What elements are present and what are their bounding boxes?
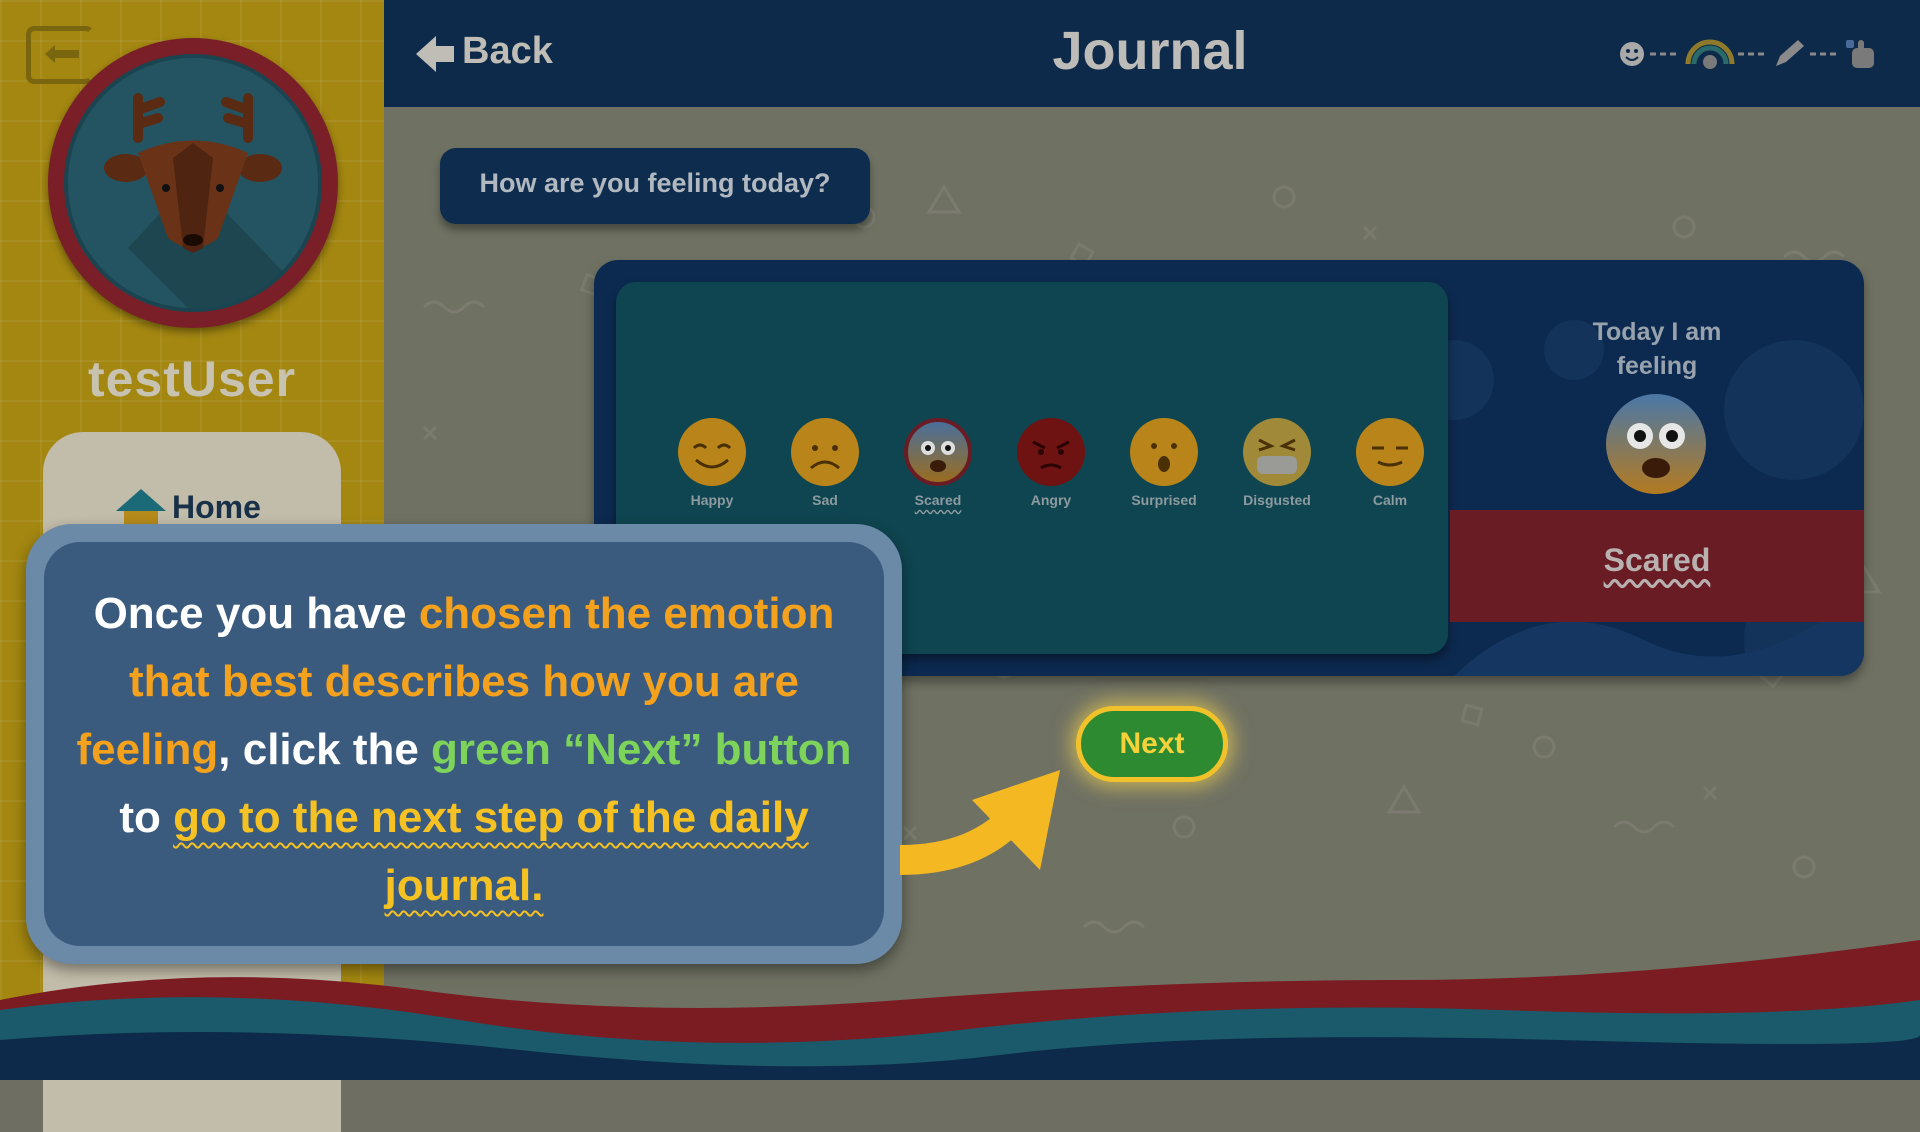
tutorial-text-part: to xyxy=(119,793,174,842)
emotion-label: Scared xyxy=(914,492,962,508)
smiley-step-icon xyxy=(1620,42,1644,66)
page-title: Journal xyxy=(1052,21,1248,81)
selected-feeling-band: Scared xyxy=(1450,510,1864,622)
tutorial-text-part: , click the xyxy=(218,725,432,774)
emotion-label: Calm xyxy=(1372,492,1408,508)
rainbow-step-icon xyxy=(1685,39,1735,69)
tutorial-text-highlight: green “Next” button xyxy=(431,725,852,774)
emotion-label: Angry xyxy=(1030,492,1072,508)
question-text: How are you feeling today? xyxy=(479,168,831,198)
emotion-angry[interactable]: Angry xyxy=(1001,418,1101,508)
disgusted-face-icon xyxy=(1243,418,1311,486)
scared-face-icon xyxy=(1606,394,1706,494)
happy-face-icon xyxy=(678,418,746,486)
angry-face-icon xyxy=(1017,418,1085,486)
emotion-surprised[interactable]: Surprised xyxy=(1114,418,1214,508)
emotion-sad[interactable]: Sad xyxy=(775,418,875,508)
emotion-happy[interactable]: Happy xyxy=(662,418,762,508)
arrow-left-icon xyxy=(416,36,454,72)
logout-button[interactable] xyxy=(26,26,94,84)
tutorial-tooltip-body: Once you have chosen the emotion that be… xyxy=(44,542,884,946)
calm-face-icon xyxy=(1356,418,1424,486)
scared-face-icon xyxy=(904,418,972,486)
wave-decoration xyxy=(0,940,1920,1080)
emotion-calm[interactable]: Calm xyxy=(1340,418,1440,508)
journal-progress-steps xyxy=(1620,39,1874,69)
surprised-face-icon xyxy=(1130,418,1198,486)
emotion-disgusted[interactable]: Disgusted xyxy=(1227,418,1327,508)
emotion-label: Disgusted xyxy=(1243,492,1311,508)
deer-avatar-icon xyxy=(64,54,322,312)
back-button[interactable]: Back xyxy=(416,30,576,80)
emotion-label: Surprised xyxy=(1131,492,1197,508)
emotion-label: Happy xyxy=(690,492,734,508)
tutorial-text: Once you have chosen the emotion that be… xyxy=(64,580,864,920)
username: testUser xyxy=(87,351,297,407)
selected-feeling-value: Scared xyxy=(1603,542,1711,578)
pencil-step-icon xyxy=(1776,40,1804,66)
emotion-label: Sad xyxy=(812,492,838,508)
nav-item-home-label: Home xyxy=(172,489,261,525)
tutorial-text-highlight: go to the next step of the daily journal… xyxy=(173,793,809,910)
avatar xyxy=(48,38,338,328)
question-bubble: How are you feeling today? xyxy=(440,148,870,224)
next-button[interactable]: Next xyxy=(1076,706,1228,782)
sad-face-icon xyxy=(791,418,859,486)
pointer-arrow-icon xyxy=(900,770,1060,875)
selected-feeling-heading: Today I am feeling xyxy=(1592,318,1722,380)
emotion-scared[interactable]: Scared xyxy=(888,418,988,508)
back-button-label: Back xyxy=(462,30,553,72)
logout-arrow-icon xyxy=(45,45,79,63)
hand-step-icon xyxy=(1846,40,1874,68)
tutorial-text-part: Once you have xyxy=(93,589,419,638)
